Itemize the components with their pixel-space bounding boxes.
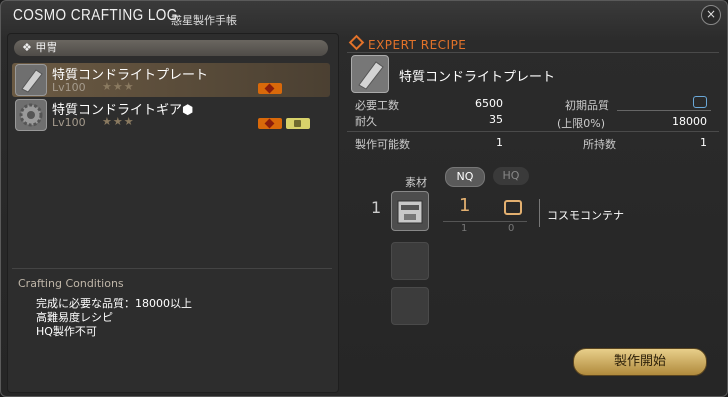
crafting-log-window: COSMO CRAFTING LOG 惑星製作手帳 × ❖ 甲冑 特質コンドライ… [0, 0, 728, 397]
category-icon: ❖ [22, 41, 32, 54]
window-title: COSMO CRAFTING LOG [13, 7, 178, 24]
recipe-stars: ★★★ [102, 80, 135, 93]
recipe-level: Lv100 [52, 81, 86, 94]
material-hq-owned: 0 [508, 223, 515, 234]
divider [539, 199, 540, 227]
owned-label: 所持数 [583, 138, 616, 151]
initial-quality-label: 初期品質 [565, 99, 609, 112]
materials-header: 素材 [405, 176, 427, 189]
divider [347, 52, 719, 53]
empty-material-slot [391, 287, 429, 325]
condition-line: HQ製作不可 [36, 325, 97, 338]
close-button[interactable]: × [701, 5, 721, 25]
hq-toggle-button[interactable]: HQ [493, 167, 529, 185]
divider [443, 221, 527, 222]
collectable-badge-icon [286, 118, 310, 129]
durability-label: 耐久 [355, 115, 377, 128]
quality-cap-label: (上限0%) [557, 117, 606, 130]
recipe-detail-panel: EXPERT RECIPE 特質コンドライトプレート 必要工数 6500 耐久 … [343, 33, 723, 391]
title-bar: COSMO CRAFTING LOG 惑星製作手帳 × [1, 1, 727, 31]
nq-toggle-button[interactable]: NQ [445, 167, 485, 187]
recipe-list-item[interactable]: 特質コンドライトプレート Lv100 ★★★ [12, 63, 330, 97]
initial-quality-input[interactable] [693, 96, 707, 108]
container-item-icon[interactable] [391, 191, 429, 231]
crafting-conditions: Crafting Conditions 完成に必要な品質：18000以上 高難易… [12, 268, 332, 387]
conditions-title: Crafting Conditions [18, 277, 124, 290]
durability-value: 35 [489, 113, 503, 126]
gear-item-icon [15, 99, 47, 131]
recipe-title: 特質コンドライトプレート [399, 70, 556, 85]
plate-item-icon [15, 64, 47, 96]
owned-value: 1 [700, 136, 707, 149]
category-header[interactable]: ❖ 甲冑 [14, 40, 328, 56]
recipe-stars: ★★★ [102, 115, 135, 128]
divider [617, 110, 711, 111]
material-required-qty: 1 [371, 198, 382, 217]
craftable-label: 製作可能数 [355, 138, 410, 151]
quality-cap-value: 18000 [672, 115, 707, 128]
required-work-value: 6500 [475, 97, 503, 110]
recipe-list-item[interactable]: 特質コンドライトギア⬢ Lv100 ★★★ [12, 98, 330, 132]
recipe-level: Lv100 [52, 116, 86, 129]
category-label: 甲冑 [35, 41, 58, 54]
expert-badge-icon [258, 118, 282, 129]
material-name: コスモコンテナ [547, 209, 624, 222]
window-subtitle: 惑星製作手帳 [171, 14, 237, 27]
material-nq-owned: 1 [461, 223, 468, 234]
recipe-list-panel: ❖ 甲冑 特質コンドライトプレート Lv100 ★★★ 特質コンドライトギア⬢ … [7, 33, 339, 393]
material-nq-selected[interactable]: 1 [459, 195, 470, 216]
material-hq-input[interactable] [504, 200, 522, 215]
required-work-label: 必要工数 [355, 99, 399, 112]
craftable-value: 1 [496, 136, 503, 149]
divider [347, 131, 719, 132]
empty-material-slot [391, 242, 429, 280]
expert-badge-icon [258, 83, 282, 94]
expert-diamond-icon [348, 34, 365, 51]
plate-item-icon[interactable] [351, 55, 389, 93]
expert-recipe-label: EXPERT RECIPE [348, 34, 466, 52]
start-crafting-button[interactable]: 製作開始 [573, 348, 707, 376]
